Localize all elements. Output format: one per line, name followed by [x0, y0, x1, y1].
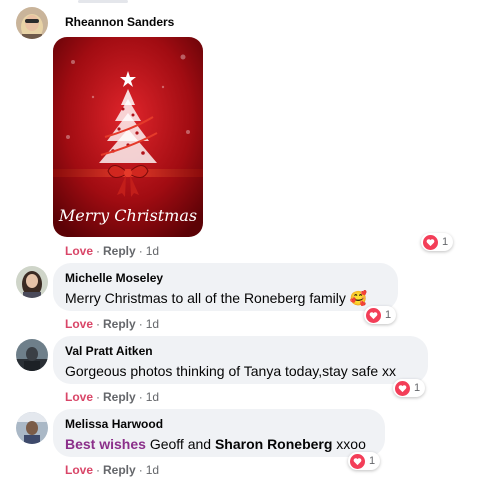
reaction-summary[interactable]: 1	[393, 379, 426, 397]
comment-author[interactable]: Michelle Moseley	[65, 271, 163, 285]
love-link[interactable]: Love	[65, 463, 93, 477]
reaction-summary[interactable]: 1	[348, 452, 381, 470]
reaction-count: 1	[385, 309, 392, 321]
heart-icon	[366, 307, 381, 323]
comment-actions: Love · Reply · 1d	[65, 244, 159, 258]
comment-author[interactable]: Rheannon Sanders	[65, 15, 174, 29]
heart-icon	[350, 453, 365, 469]
comment-author[interactable]: Melissa Harwood	[65, 417, 163, 431]
mentioned-name[interactable]: Sharon Roneberg	[215, 436, 332, 452]
comment-text: Gorgeous photos thinking of Tanya today,…	[65, 363, 397, 379]
reply-link[interactable]: Reply	[103, 390, 136, 404]
avatar[interactable]	[16, 339, 48, 371]
comment-text: Merry Christmas to all of the Roneberg f…	[65, 290, 368, 306]
timestamp[interactable]: 1d	[146, 244, 159, 258]
text-fragment: xxoo	[332, 436, 366, 452]
love-link[interactable]: Love	[65, 390, 93, 404]
reply-link[interactable]: Reply	[103, 244, 136, 258]
comment-actions: Love · Reply · 1d	[65, 317, 159, 331]
comment-bubble: Melissa Harwood Best wishes Geoff and Sh…	[53, 409, 385, 457]
avatar[interactable]	[16, 266, 48, 298]
previous-thread-line	[78, 0, 128, 3]
separator: ·	[96, 463, 101, 477]
comment-bubble: Michelle Moseley Merry Christmas to all …	[53, 263, 398, 311]
heart-icon	[423, 234, 438, 250]
separator: ·	[138, 244, 143, 258]
avatar[interactable]	[16, 412, 48, 444]
reaction-summary[interactable]: 1	[364, 306, 397, 324]
comment-actions: Love · Reply · 1d	[65, 390, 159, 404]
comment-bubble: Val Pratt Aitken Gorgeous photos thinkin…	[53, 336, 428, 384]
love-link[interactable]: Love	[65, 244, 93, 258]
heart-icon	[395, 380, 410, 396]
reaction-count: 1	[442, 236, 449, 248]
timestamp[interactable]: 1d	[146, 390, 159, 404]
timestamp[interactable]: 1d	[146, 317, 159, 331]
reply-link[interactable]: Reply	[103, 317, 136, 331]
tagged-phrase[interactable]: Best wishes	[65, 436, 146, 452]
text-fragment: Geoff and	[145, 436, 215, 452]
timestamp[interactable]: 1d	[146, 463, 159, 477]
reaction-count: 1	[369, 455, 376, 467]
love-link[interactable]: Love	[65, 317, 93, 331]
separator: ·	[138, 317, 143, 331]
reply-link[interactable]: Reply	[103, 463, 136, 477]
separator: ·	[96, 390, 101, 404]
comment-text: Best wishes Geoff and Sharon Roneberg xx…	[65, 436, 366, 452]
separator: ·	[96, 244, 101, 258]
greeting-text: Merry Christmas	[58, 206, 197, 225]
comment-author[interactable]: Val Pratt Aitken	[65, 344, 153, 358]
avatar[interactable]	[16, 7, 48, 39]
christmas-greeting-image[interactable]: Merry Christmas	[53, 37, 203, 237]
comment-actions: Love · Reply · 1d	[65, 463, 159, 477]
reaction-count: 1	[414, 382, 421, 394]
reaction-summary[interactable]: 1	[421, 233, 454, 251]
separator: ·	[138, 463, 143, 477]
separator: ·	[96, 317, 101, 331]
separator: ·	[138, 390, 143, 404]
